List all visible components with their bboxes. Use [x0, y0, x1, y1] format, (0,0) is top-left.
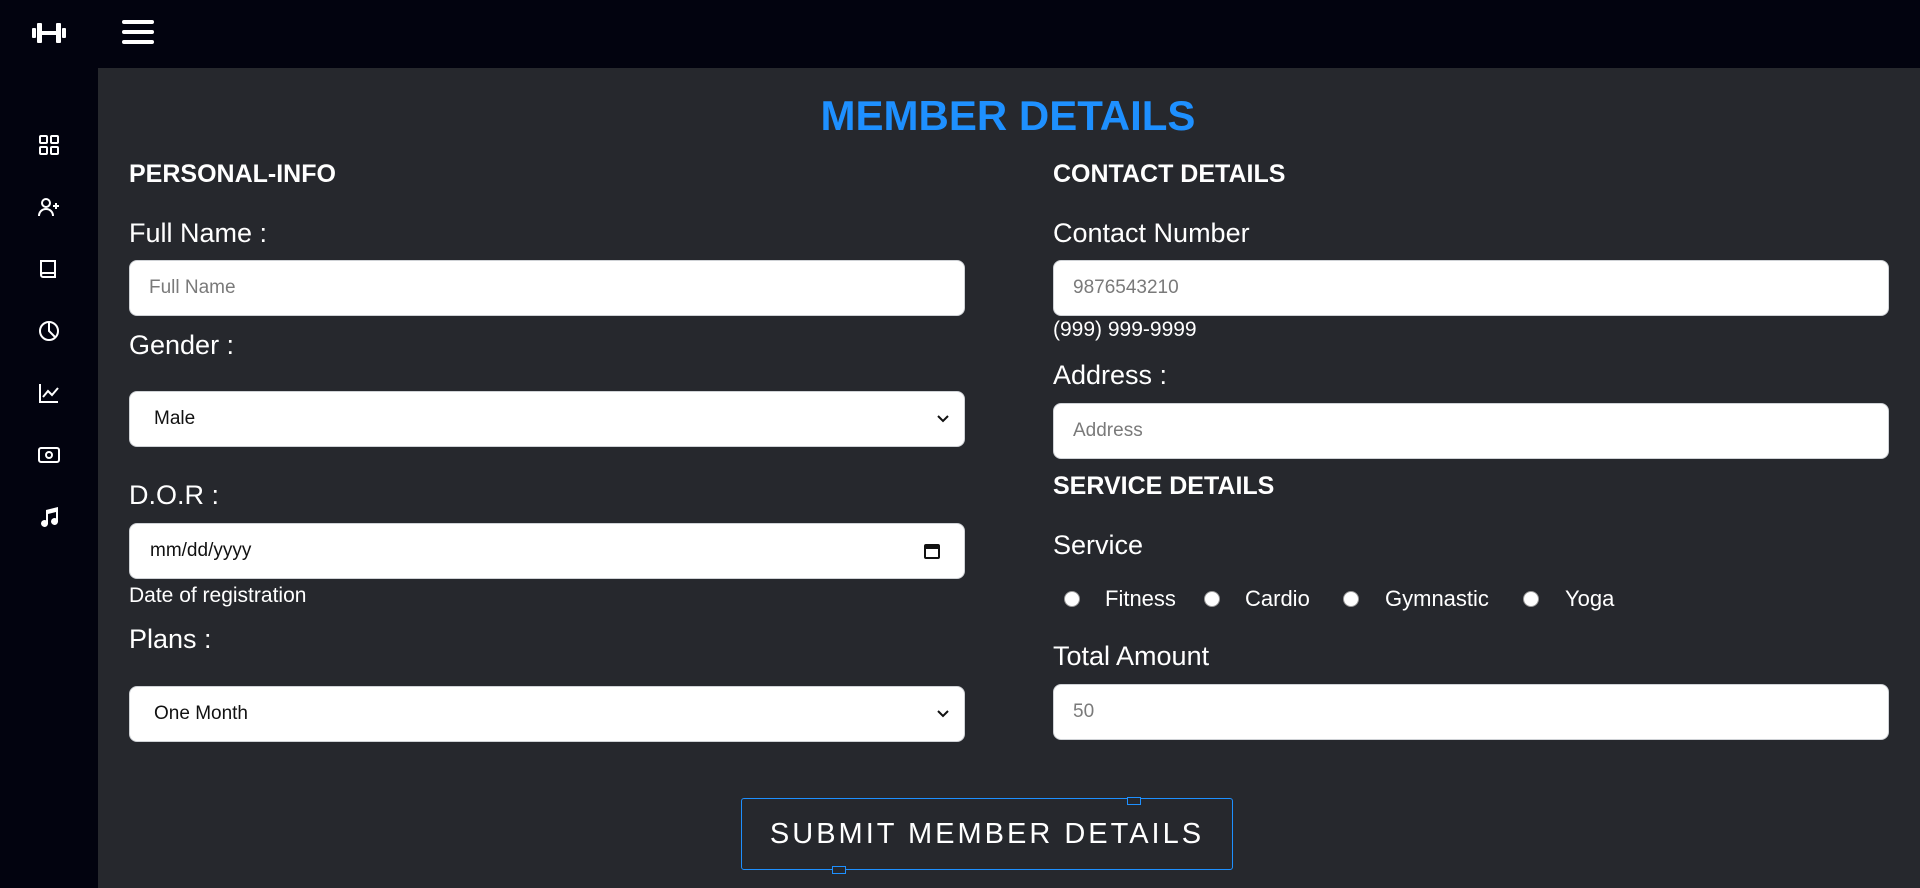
dashboard-grid-icon[interactable] — [34, 130, 64, 160]
dor-date-value: mm/dd/yyyy — [150, 540, 252, 561]
book-icon[interactable] — [34, 254, 64, 284]
personal-info-title: PERSONAL-INFO — [129, 160, 336, 188]
gender-select-value: Male — [154, 408, 196, 429]
contact-number-hint: (999) 999-9999 — [1053, 318, 1197, 341]
service-details-title: SERVICE DETAILS — [1053, 472, 1275, 500]
resize-handle-bottom — [832, 866, 846, 874]
radio-cardio[interactable] — [1204, 591, 1220, 607]
dor-date-input[interactable]: mm/dd/yyyy — [129, 523, 965, 579]
plans-label: Plans : — [129, 624, 212, 654]
chevron-down-icon — [937, 415, 949, 423]
submit-member-details-button[interactable]: SUBMIT MEMBER DETAILS — [741, 798, 1233, 870]
total-amount-label: Total Amount — [1053, 641, 1210, 671]
dor-hint: Date of registration — [129, 584, 307, 607]
service-label: Service — [1053, 530, 1144, 560]
money-icon[interactable] — [34, 440, 64, 470]
full-name-label: Full Name : — [129, 218, 268, 248]
radio-yoga-label[interactable]: Yoga — [1565, 586, 1614, 612]
contact-details-title: CONTACT DETAILS — [1053, 160, 1286, 188]
add-user-icon[interactable] — [34, 192, 64, 222]
address-input[interactable] — [1053, 403, 1889, 459]
full-name-input[interactable] — [129, 260, 965, 316]
sidebar — [0, 68, 98, 888]
contact-number-label: Contact Number — [1053, 218, 1250, 248]
gender-label: Gender : — [129, 330, 235, 360]
resize-handle-top — [1127, 797, 1141, 805]
pie-chart-icon[interactable] — [34, 316, 64, 346]
top-bar — [0, 0, 1920, 68]
line-chart-icon[interactable] — [34, 378, 64, 408]
main-content: MEMBER DETAILS PERSONAL-INFO Full Name :… — [98, 68, 1920, 888]
chevron-down-icon — [937, 710, 949, 718]
total-amount-input[interactable] — [1053, 684, 1889, 740]
dor-label: D.O.R : — [129, 480, 220, 510]
address-label: Address : — [1053, 360, 1168, 390]
page-title: MEMBER DETAILS — [820, 92, 1196, 139]
calendar-icon[interactable] — [922, 541, 942, 561]
radio-cardio-label[interactable]: Cardio — [1245, 586, 1310, 612]
gender-select[interactable]: Male — [129, 391, 965, 447]
plans-select-value: One Month — [154, 703, 248, 724]
plans-select[interactable]: One Month — [129, 686, 965, 742]
contact-number-input[interactable] — [1053, 260, 1889, 316]
radio-fitness[interactable] — [1064, 591, 1080, 607]
radio-gymnastic[interactable] — [1343, 591, 1359, 607]
radio-yoga[interactable] — [1523, 591, 1539, 607]
radio-fitness-label[interactable]: Fitness — [1105, 586, 1176, 612]
music-icon[interactable] — [34, 502, 64, 532]
radio-gymnastic-label[interactable]: Gymnastic — [1385, 586, 1489, 612]
hamburger-icon[interactable] — [122, 20, 154, 48]
dumbbell-h-icon[interactable] — [32, 18, 66, 48]
